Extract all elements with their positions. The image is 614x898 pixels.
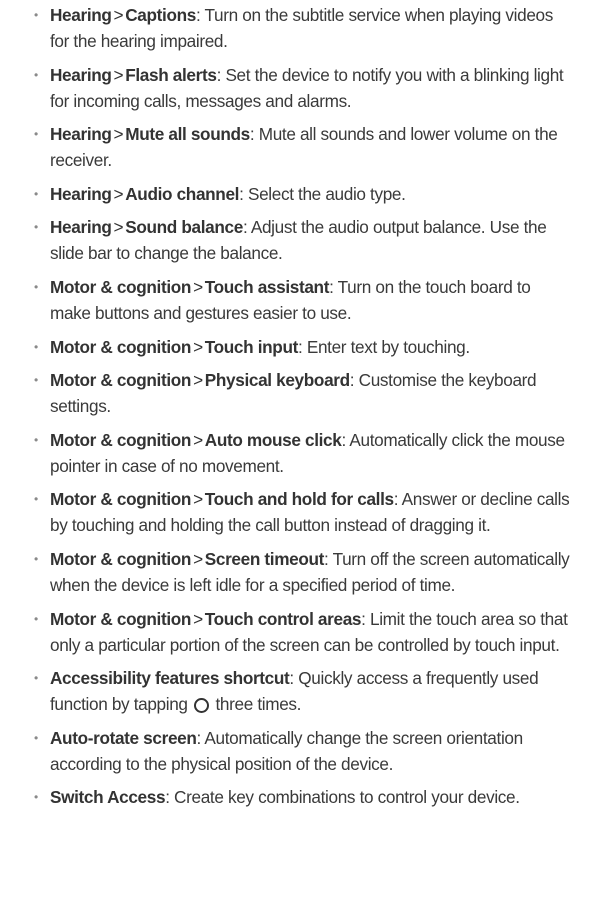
list-item-audio-channel: Hearing>Audio channel: Select the audio …: [33, 181, 574, 207]
category-label: Motor & cognition: [50, 548, 192, 569]
list-item-accessibility-features-shortcut: Accessibility features shortcut: Quickly…: [33, 665, 574, 717]
list-item-touch-control-areas: Motor & cognition>Touch control areas: L…: [33, 606, 574, 658]
list-item-touch-input: Motor & cognition>Touch input: Enter tex…: [33, 334, 574, 360]
accessibility-settings-list: Hearing>Captions: Turn on the subtitle s…: [33, 2, 574, 810]
setting-name: Captions: [125, 5, 196, 25]
list-item-flash-alerts: Hearing>Flash alerts: Set the device to …: [33, 62, 574, 114]
setting-name: Touch input: [204, 336, 299, 357]
setting-description: Create key combinations to control your …: [169, 787, 520, 808]
breadcrumb-separator: >: [193, 548, 203, 569]
breadcrumb-separator: >: [193, 429, 203, 450]
list-item-touch-and-hold-for-calls: Motor & cognition>Touch and hold for cal…: [33, 486, 574, 538]
breadcrumb-separator: >: [193, 276, 203, 297]
category-label: Hearing: [50, 183, 112, 204]
category-label: Motor & cognition: [50, 429, 192, 450]
category-label: Hearing: [50, 217, 112, 238]
category-label: Hearing: [50, 5, 112, 25]
setting-name: Auto mouse click: [204, 429, 342, 450]
setting-name: Touch and hold for calls: [204, 489, 394, 510]
setting-name: Touch assistant: [204, 276, 330, 297]
setting-name: Switch Access: [50, 787, 166, 808]
category-label: Motor & cognition: [50, 489, 192, 510]
setting-name: Accessibility features shortcut: [50, 668, 290, 689]
setting-name: Sound balance: [125, 217, 243, 238]
setting-name: Physical keyboard: [204, 370, 350, 391]
breadcrumb-separator: >: [113, 217, 124, 238]
category-label: Hearing: [50, 124, 112, 145]
setting-name: Audio channel: [125, 183, 240, 204]
list-item-auto-mouse-click: Motor & cognition>Auto mouse click: Auto…: [33, 427, 574, 479]
breadcrumb-separator: >: [113, 124, 124, 145]
setting-description-end: three times.: [211, 694, 302, 715]
breadcrumb-separator: >: [193, 370, 203, 391]
list-item-touch-assistant: Motor & cognition>Touch assistant: Turn …: [33, 274, 574, 326]
list-item-sound-balance: Hearing>Sound balance: Adjust the audio …: [33, 214, 574, 266]
setting-description: Enter text by touching.: [302, 336, 470, 357]
list-item-mute-all-sounds: Hearing>Mute all sounds: Mute all sounds…: [33, 121, 574, 173]
setting-name: Screen timeout: [204, 548, 325, 569]
setting-name: Flash alerts: [125, 64, 217, 85]
breadcrumb-separator: >: [113, 5, 124, 25]
document-page: Hearing>Captions: Turn on the subtitle s…: [0, 0, 614, 898]
category-label: Motor & cognition: [50, 608, 192, 629]
setting-description: Select the audio type.: [243, 183, 406, 204]
breadcrumb-separator: >: [193, 336, 203, 357]
category-label: Motor & cognition: [50, 370, 192, 391]
setting-name: Auto-rotate screen: [50, 727, 197, 748]
list-item-physical-keyboard: Motor & cognition>Physical keyboard: Cus…: [33, 367, 574, 419]
breadcrumb-separator: >: [193, 608, 203, 629]
breadcrumb-separator: >: [113, 64, 124, 85]
list-item-screen-timeout: Motor & cognition>Screen timeout: Turn o…: [33, 546, 574, 598]
setting-name: Touch control areas: [204, 608, 362, 629]
breadcrumb-separator: >: [113, 183, 124, 204]
list-item-captions: Hearing>Captions: Turn on the subtitle s…: [33, 2, 574, 54]
category-label: Motor & cognition: [50, 336, 192, 357]
category-label: Hearing: [50, 64, 112, 85]
list-item-auto-rotate-screen: Auto-rotate screen: Automatically change…: [33, 725, 574, 777]
home-circle-icon: [194, 698, 210, 714]
category-label: Motor & cognition: [50, 276, 192, 297]
breadcrumb-separator: >: [193, 489, 203, 510]
list-item-switch-access: Switch Access: Create key combinations t…: [33, 784, 574, 810]
setting-name: Mute all sounds: [125, 124, 250, 145]
